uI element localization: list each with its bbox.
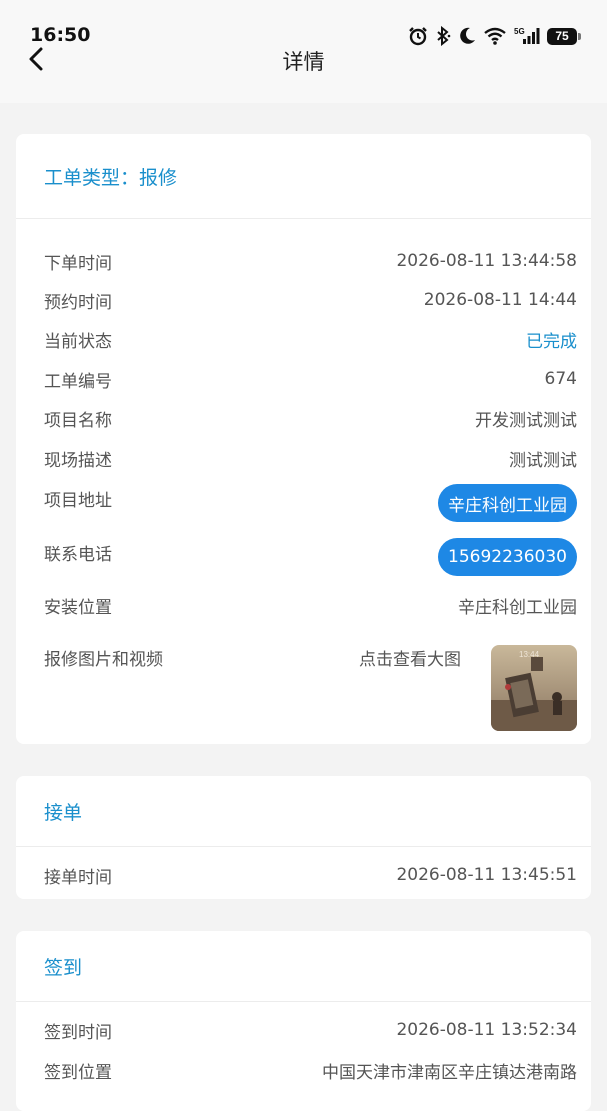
checkin-title: 签到 xyxy=(16,931,591,1002)
checkin-location-row: 签到位置 中国天津市津南区辛庄镇达港南路 xyxy=(16,1057,591,1083)
accept-card: 接单 接单时间 2026-08-11 13:45:51 xyxy=(16,776,591,899)
row-value: 2026-08-11 13:45:51 xyxy=(396,865,577,885)
moon-icon xyxy=(460,27,475,44)
row-value: 2026-08-11 13:44:58 xyxy=(396,251,577,271)
order-type-title: 工单类型：报修 xyxy=(16,134,591,219)
repair-media-row: 报修图片和视频 点击查看大图 13:44 xyxy=(16,645,591,735)
status-value: 已完成 xyxy=(526,331,577,352)
checkin-time-row: 签到时间 2026-08-11 13:52:34 xyxy=(16,1017,591,1043)
row-value: 2026-08-11 14:44 xyxy=(423,290,577,310)
address-pill-button[interactable]: 辛庄科创工业园 xyxy=(438,484,577,522)
row-label: 接单时间 xyxy=(44,867,112,888)
site-description-row: 现场描述 测试测试 xyxy=(16,445,591,471)
install-location-row: 安装位置 辛庄科创工业园 xyxy=(16,592,591,618)
phone-pill-button[interactable]: 15692236030 xyxy=(438,538,577,576)
row-label: 项目地址 xyxy=(44,491,112,511)
row-label: 工单编号 xyxy=(44,371,112,392)
accept-time-row: 接单时间 2026-08-11 13:45:51 xyxy=(16,862,591,888)
row-label: 下单时间 xyxy=(44,253,112,274)
status-time: 16:50 xyxy=(30,24,91,46)
bluetooth-icon xyxy=(437,26,451,46)
page-title: 详情 xyxy=(282,50,325,74)
row-label: 当前状态 xyxy=(44,331,112,352)
row-value: 2026-08-11 13:52:34 xyxy=(396,1020,577,1040)
repair-photo-thumbnail[interactable]: 13:44 xyxy=(491,645,577,731)
row-value: 中国天津市津南区辛庄镇达港南路 xyxy=(322,1062,577,1083)
row-label: 报修图片和视频 xyxy=(44,650,163,670)
row-label: 安装位置 xyxy=(44,597,112,618)
row-label: 现场描述 xyxy=(44,450,112,471)
row-label: 预约时间 xyxy=(44,292,112,313)
row-label: 签到时间 xyxy=(44,1022,112,1043)
row-value: 测试测试 xyxy=(509,450,577,471)
cellular-5g-icon: 5G xyxy=(514,27,540,44)
svg-text:5G: 5G xyxy=(514,27,525,36)
row-value: 开发测试测试 xyxy=(475,410,577,431)
contact-phone-row: 联系电话 15692236030 xyxy=(16,538,591,578)
view-large-image-link[interactable]: 点击查看大图 xyxy=(359,645,461,670)
svg-text:13:44: 13:44 xyxy=(519,650,540,659)
accept-title: 接单 xyxy=(16,776,591,847)
order-number-row: 工单编号 674 xyxy=(16,366,591,392)
project-name-row: 项目名称 开发测试测试 xyxy=(16,405,591,431)
order-time-row: 下单时间 2026-08-11 13:44:58 xyxy=(16,248,591,274)
project-address-row: 项目地址 辛庄科创工业园 xyxy=(16,484,591,524)
row-value: 674 xyxy=(544,369,577,389)
row-label: 签到位置 xyxy=(44,1062,112,1083)
wifi-icon xyxy=(484,27,506,45)
status-bar: 16:50 5G 75 xyxy=(0,0,607,50)
row-label: 项目名称 xyxy=(44,410,112,431)
checkin-card: 签到 签到时间 2026-08-11 13:52:34 签到位置 中国天津市津南… xyxy=(16,931,591,1111)
alarm-icon xyxy=(409,27,427,46)
row-value: 辛庄科创工业园 xyxy=(458,597,577,618)
appointment-time-row: 预约时间 2026-08-11 14:44 xyxy=(16,287,591,313)
order-card: 工单类型：报修 下单时间 2026-08-11 13:44:58 预约时间 20… xyxy=(16,134,591,744)
row-label: 联系电话 xyxy=(44,545,112,565)
battery-icon: 75 xyxy=(547,27,581,45)
status-row: 当前状态 已完成 xyxy=(16,326,591,352)
